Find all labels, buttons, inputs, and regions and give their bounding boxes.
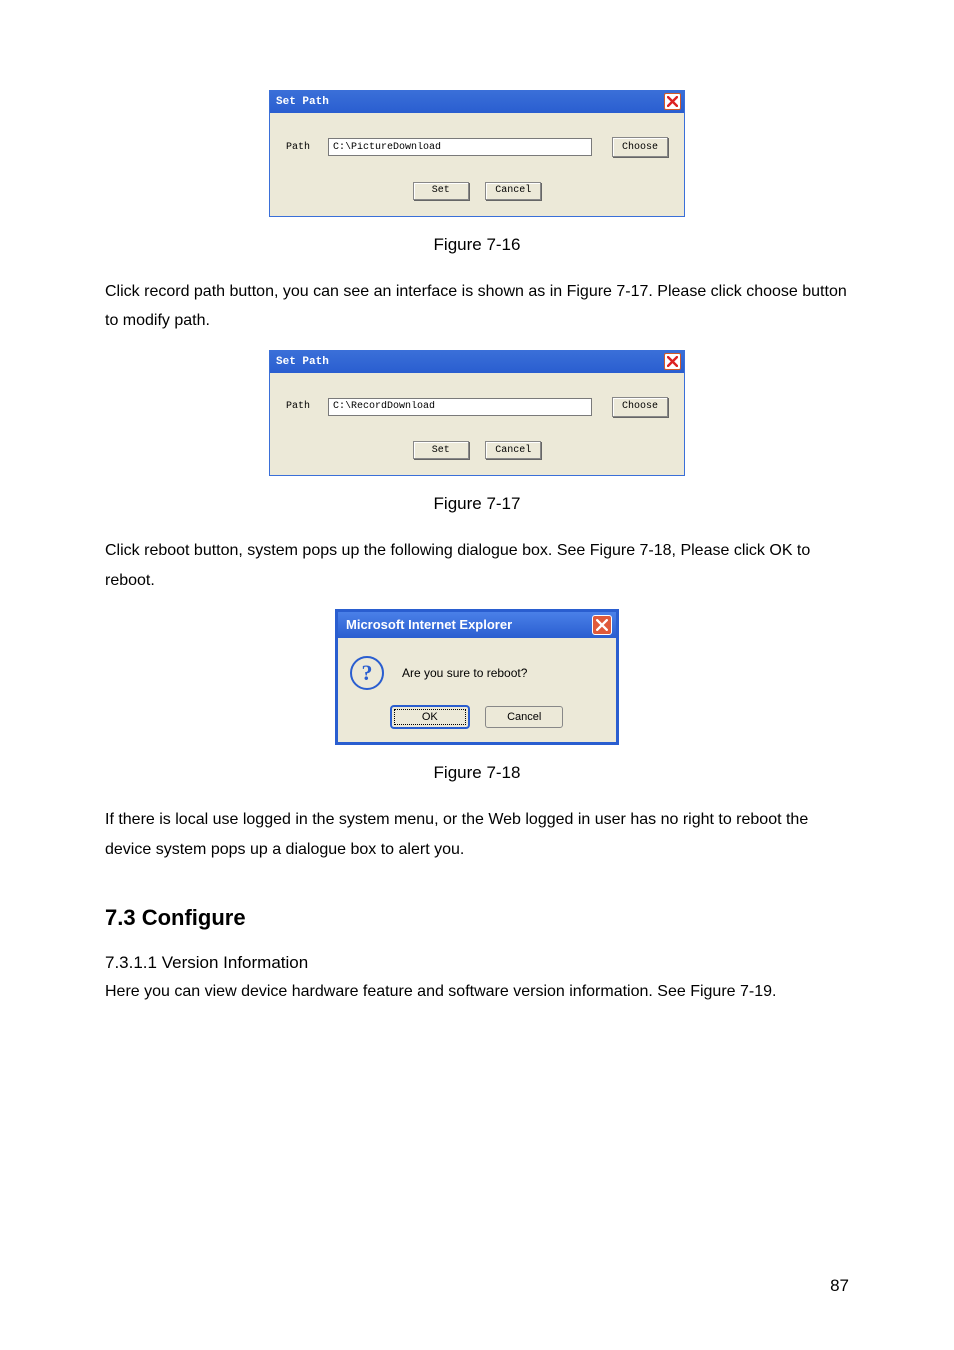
body-paragraph: Here you can view device hardware featur… bbox=[105, 977, 849, 1007]
set-path-dialog-2: Set Path Path Choose Set Cancel bbox=[269, 350, 685, 477]
path-label: Path bbox=[286, 401, 328, 412]
body-paragraph: Click record path button, you can see an… bbox=[105, 277, 849, 336]
ok-button[interactable]: OK bbox=[391, 706, 469, 728]
subsection-heading: 7.3.1.1 Version Information bbox=[105, 953, 849, 973]
dialog-title: Set Path bbox=[276, 96, 329, 108]
dialog-titlebar[interactable]: Microsoft Internet Explorer bbox=[338, 612, 616, 638]
dialog-titlebar[interactable]: Set Path bbox=[270, 351, 684, 373]
path-label: Path bbox=[286, 142, 328, 153]
dialog-titlebar[interactable]: Set Path bbox=[270, 91, 684, 113]
path-input[interactable] bbox=[328, 138, 592, 156]
page-number: 87 bbox=[830, 1276, 849, 1296]
path-input[interactable] bbox=[328, 398, 592, 416]
cancel-button[interactable]: Cancel bbox=[485, 182, 541, 200]
section-heading: 7.3 Configure bbox=[105, 905, 849, 931]
body-paragraph: Click reboot button, system pops up the … bbox=[105, 536, 849, 595]
confirm-message: Are you sure to reboot? bbox=[402, 666, 527, 680]
close-icon[interactable] bbox=[664, 93, 681, 110]
confirm-dialog: Microsoft Internet Explorer ? Are you su… bbox=[335, 609, 619, 745]
set-button[interactable]: Set bbox=[413, 182, 469, 200]
cancel-button[interactable]: Cancel bbox=[485, 706, 563, 728]
figure-caption: Figure 7-16 bbox=[105, 235, 849, 255]
choose-button[interactable]: Choose bbox=[612, 397, 668, 417]
choose-button[interactable]: Choose bbox=[612, 137, 668, 157]
cancel-button[interactable]: Cancel bbox=[485, 441, 541, 459]
dialog-title: Set Path bbox=[276, 356, 329, 368]
figure-caption: Figure 7-17 bbox=[105, 494, 849, 514]
close-icon[interactable] bbox=[664, 353, 681, 370]
figure-caption: Figure 7-18 bbox=[105, 763, 849, 783]
close-icon[interactable] bbox=[592, 615, 612, 635]
set-path-dialog-1: Set Path Path Choose Set Cancel bbox=[269, 90, 685, 217]
dialog-title: Microsoft Internet Explorer bbox=[346, 617, 512, 632]
set-button[interactable]: Set bbox=[413, 441, 469, 459]
question-icon: ? bbox=[350, 656, 384, 690]
body-paragraph: If there is local use logged in the syst… bbox=[105, 805, 849, 864]
